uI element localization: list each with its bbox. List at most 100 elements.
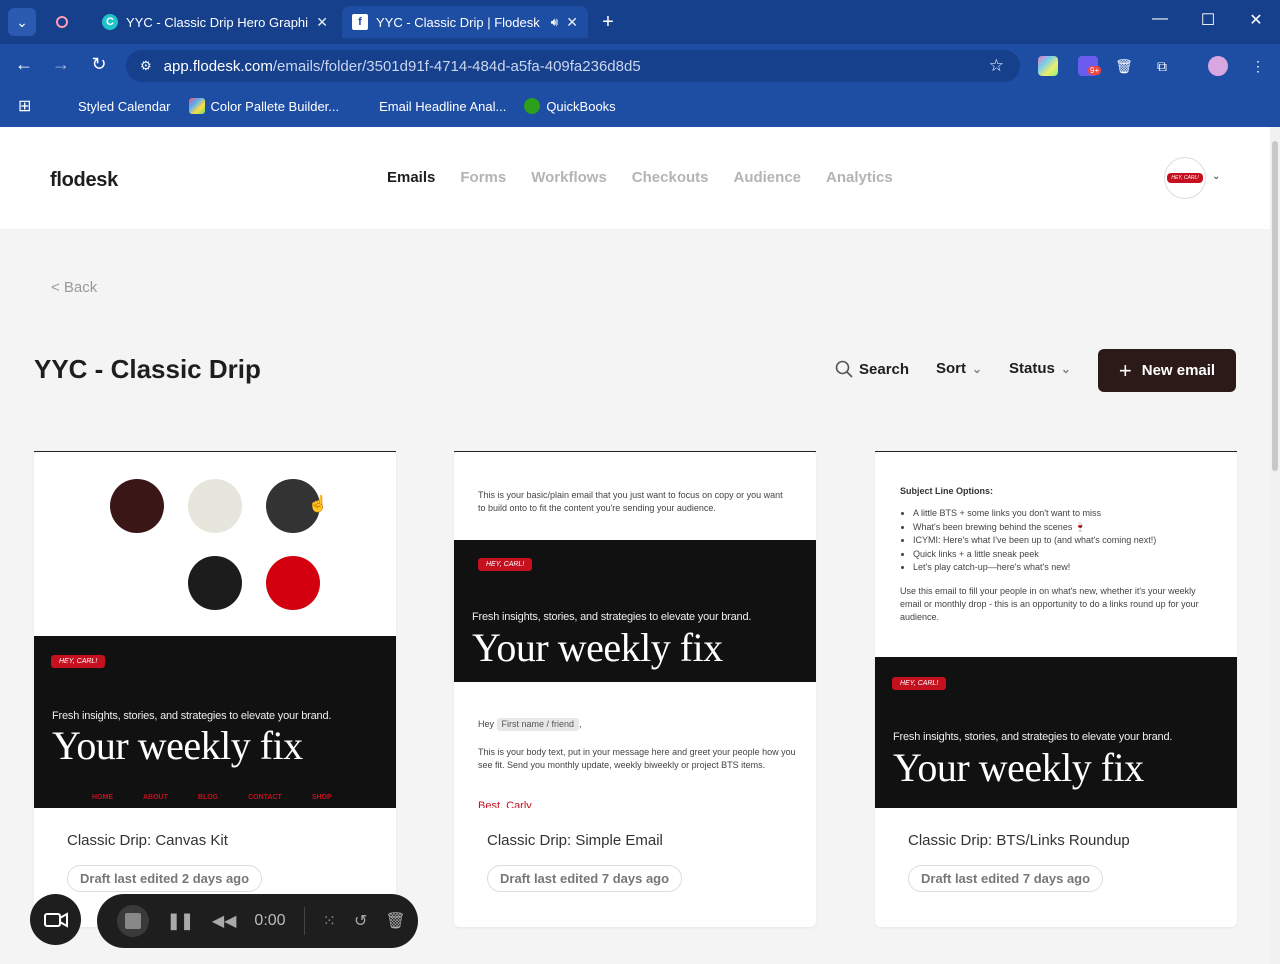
bookmark-item[interactable]: Color Pallete Builder... [188,98,339,114]
new-email-button[interactable]: + New email [1098,349,1236,392]
hand-cursor-icon: ☝ [308,496,328,513]
pause-icon[interactable]: ❚❚ [167,911,194,931]
stop-recording-button[interactable] [117,905,149,937]
site-settings-icon[interactable]: ⚙ [140,58,152,74]
tab-title: YYC - Classic Drip | Flodesk [376,14,540,30]
email-nav-link: HOME [92,794,113,801]
bookmark-label: QuickBooks [546,98,616,114]
apps-grid-icon[interactable]: ⊞ [18,96,38,116]
rewind-icon[interactable]: ◀◀ [212,911,237,931]
email-tagline: Fresh insights, stories, and strategies … [472,611,752,623]
palette-icon [188,98,205,114]
email-card[interactable]: Subject Line Options: A little BTS + som… [875,451,1237,927]
menu-kebab-icon[interactable]: ⋮ [1248,56,1268,76]
app-header: flodesk Emails Forms Workflows Checkouts… [0,127,1270,229]
canva-icon: C [102,14,118,30]
email-nav-links: HOME ABOUT BLOG CONTACT SHOP [92,794,332,801]
email-name[interactable]: Classic Drip: Canvas Kit [67,832,228,849]
email-thumbnail[interactable]: Subject Line Options: A little BTS + som… [875,451,1237,808]
camera-toggle-button[interactable] [30,894,81,945]
scroll-thumb[interactable] [1272,141,1278,471]
bookmark-item[interactable]: Email Headline Anal... [379,99,506,114]
tab-strip: ⌄ C YYC - Classic Drip Hero Graphic ✕ f … [0,0,1280,44]
email-greeting: Hey First name / friend, [478,718,582,731]
hey-badge: HEY, CARL! [478,558,533,571]
close-window-icon[interactable]: ✕ [1244,10,1268,30]
nav-workflows[interactable]: Workflows [531,169,607,186]
email-nav-link: ABOUT [143,794,168,801]
bookmark-item[interactable]: QuickBooks [524,98,616,114]
bookmark-label: Email Headline Anal... [379,98,507,114]
list-item: ICYMI: Here's what I've been up to (and … [913,534,1156,548]
greeting-text: Hey [478,719,495,729]
tab-search-button[interactable]: ⌄ [8,8,36,36]
page-scrollbar[interactable] [1270,127,1280,964]
grid-icon[interactable]: ⁙ [323,911,336,931]
stop-icon [125,913,141,929]
subject-options-title: Subject Line Options: [900,486,994,496]
plus-icon: + [1118,357,1132,383]
email-headline: Your weekly fix [472,625,723,670]
tab-canva[interactable]: C YYC - Classic Drip Hero Graphic ✕ [92,6,338,38]
bookmark-item[interactable]: Styled Calendar [78,99,171,114]
nav-analytics[interactable]: Analytics [826,169,893,186]
hey-badge: HEY, CARL! [51,655,106,668]
email-card[interactable]: This is your basic/plain email that you … [454,451,816,927]
email-header-panel: HEY, CARL! Fresh insights, stories, and … [34,636,396,808]
list-item: Let's play catch-up—here's what's new! [913,561,1156,575]
trash-extension-icon[interactable]: 🗑︎ [1114,56,1134,76]
search-label: Search [859,360,910,378]
subject-options-list: A little BTS + some links you don't want… [913,507,1156,575]
back-arrow-icon[interactable]: ← [12,54,36,75]
nav-checkouts[interactable]: Checkouts [632,169,709,186]
email-thumbnail[interactable]: HEY, CARL! Fresh insights, stories, and … [34,451,396,808]
profile-avatar-icon[interactable] [1208,56,1228,76]
maximize-icon[interactable]: ☐ [1196,10,1220,30]
email-name[interactable]: Classic Drip: BTS/Links Roundup [908,832,1130,849]
extensions-puzzle-icon[interactable]: ⧉ [1152,56,1172,76]
nav-forms[interactable]: Forms [460,169,506,186]
nav-audience[interactable]: Audience [733,169,801,186]
email-card[interactable]: HEY, CARL! Fresh insights, stories, and … [34,451,396,927]
main-nav: Emails Forms Workflows Checkouts Audienc… [387,169,893,186]
restart-icon[interactable]: ↺ [354,911,367,931]
close-tab-icon[interactable]: ✕ [316,14,328,31]
chevron-down-icon[interactable]: ⌄ [1212,171,1220,182]
list-item: What's been brewing behind the scenes 🍷 [913,521,1156,535]
palette-swatch [110,479,164,533]
palette-swatch [188,479,242,533]
new-tab-button[interactable]: + [594,8,622,36]
reload-icon[interactable]: ↻ [87,54,111,75]
color-extension-icon[interactable] [1038,56,1058,76]
tab-title: YYC - Classic Drip Hero Graphic [126,14,309,30]
record-indicator-icon [48,8,76,36]
address-bar-row: ← → ↻ ⚙ app.flodesk.com/emails/folder/35… [0,44,1280,88]
new-email-label: New email [1141,362,1216,379]
email-nav-link: BLOG [197,794,219,801]
address-bar[interactable]: ⚙ app.flodesk.com/emails/folder/3501d91f… [126,50,1020,82]
tab-flodesk[interactable]: f YYC - Classic Drip | Flodesk 🔊︎ ✕ [342,6,588,38]
email-nav-link: CONTACT [248,794,282,801]
forward-arrow-icon[interactable]: → [49,54,73,75]
delete-icon[interactable]: 🗑︎ [385,911,405,931]
speaker-icon[interactable]: 🔊︎ [551,15,559,30]
email-name[interactable]: Classic Drip: Simple Email [487,832,663,849]
close-tab-icon[interactable]: ✕ [566,14,578,31]
merge-tag: First name / friend [496,718,580,731]
bookmark-star-icon[interactable]: ☆ [989,56,1004,76]
search-button[interactable]: Search [835,360,909,378]
email-thumbnail[interactable]: This is your basic/plain email that you … [454,451,816,808]
hey-badge: HEY, CARL! [892,677,947,690]
bookmark-label: Styled Calendar [78,98,171,114]
minimize-icon[interactable]: — [1148,10,1172,28]
nav-emails[interactable]: Emails [387,169,435,186]
avatar-label: HEY, CARL! [1167,173,1203,183]
quickbooks-icon [524,98,541,114]
sort-dropdown[interactable]: Sort ⌄ [936,360,982,377]
status-dropdown[interactable]: Status ⌄ [1009,360,1071,377]
email-headline: Your weekly fix [52,723,303,768]
back-link[interactable]: < Back [51,279,97,296]
account-avatar[interactable]: HEY, CARL! [1164,157,1206,199]
flodesk-logo[interactable]: flodesk [50,169,118,192]
extension-icon[interactable]: 9+ [1078,56,1102,76]
